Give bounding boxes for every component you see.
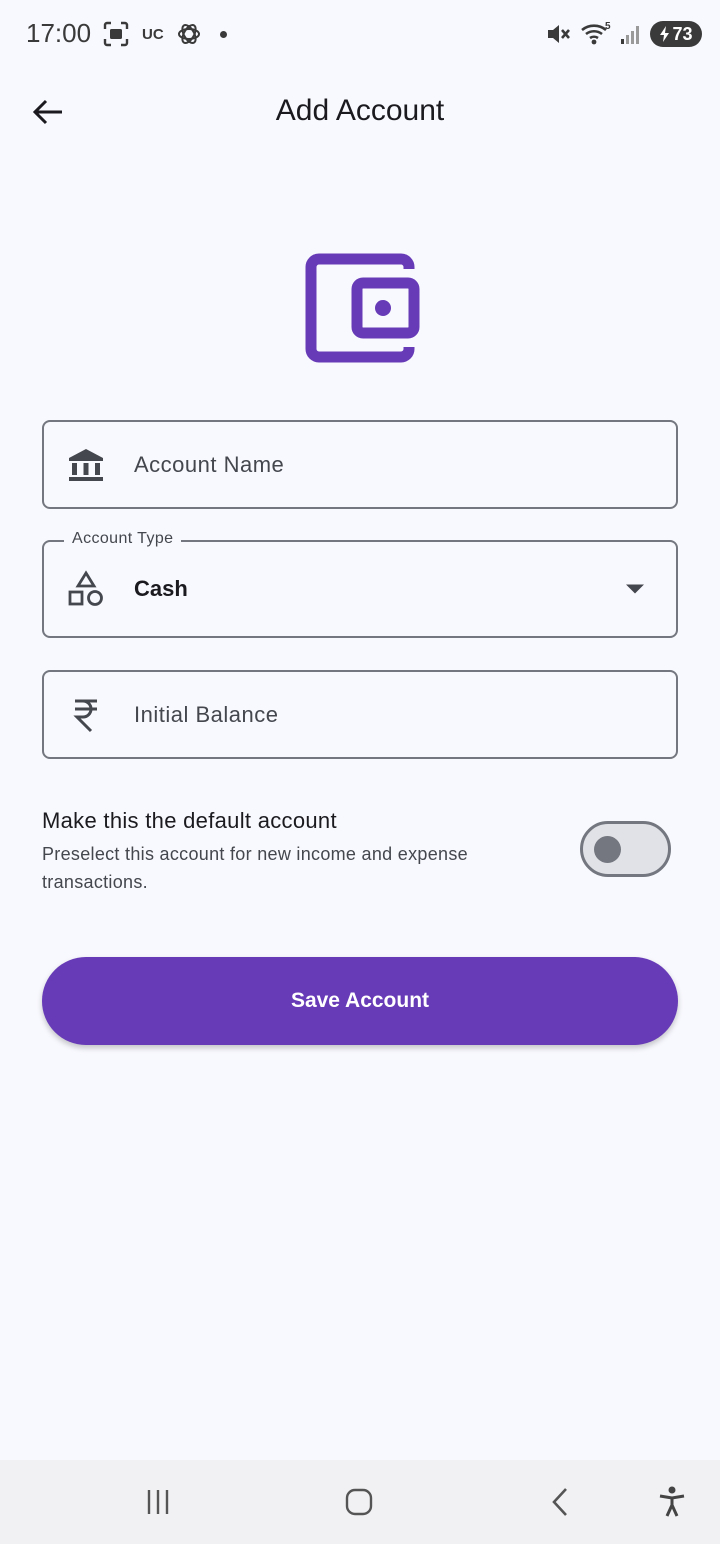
page-title: Add Account: [275, 94, 445, 127]
account-type-value: Cash: [134, 576, 188, 601]
charging-bolt-icon: [660, 26, 670, 42]
category-shapes-icon: [66, 569, 106, 609]
chevron-left-icon: [552, 1488, 567, 1516]
recent-apps-icon: [147, 1490, 169, 1514]
system-back-button[interactable]: [537, 1478, 585, 1526]
default-account-toggle[interactable]: [580, 821, 671, 877]
status-time: 17:00: [26, 18, 92, 48]
battery-level: 73: [672, 23, 693, 44]
accessibility-icon: [659, 1486, 685, 1517]
account-type-label: Account Type: [64, 530, 182, 548]
openai-icon: [177, 23, 200, 45]
account-name-input[interactable]: [134, 422, 656, 507]
dropdown-arrow-icon: [626, 584, 644, 594]
recent-apps-button[interactable]: [134, 1478, 182, 1526]
add-account-screen: 17:00 UC 5 73 Add Account Account Name A…: [0, 0, 720, 1544]
status-bar: 17:00 UC 5 73: [0, 0, 720, 68]
system-nav-bar: [0, 1460, 720, 1544]
bank-icon: [66, 445, 106, 485]
signal-icon: [621, 26, 639, 44]
account-type-dropdown[interactable]: Account Type Cash: [42, 530, 678, 638]
status-left-icons: UC: [102, 20, 227, 48]
notification-dot-icon: [219, 30, 227, 38]
mute-icon: [548, 25, 570, 43]
battery-icon: 73: [650, 21, 702, 47]
wifi-icon: 5: [581, 21, 611, 45]
network-label: 5: [605, 21, 611, 32]
save-account-button[interactable]: Save Account: [42, 957, 678, 1045]
initial-balance-input[interactable]: [134, 672, 656, 757]
wallet-icon: [305, 253, 420, 363]
rupee-icon: [66, 695, 106, 735]
initial-balance-field[interactable]: [42, 670, 678, 759]
app-bar: Add Account: [0, 72, 720, 152]
home-button[interactable]: [335, 1478, 383, 1526]
status-right-icons: 5 73: [544, 20, 702, 48]
screenshot-icon: [103, 21, 129, 47]
account-name-field[interactable]: [42, 420, 678, 509]
accessibility-button[interactable]: [648, 1478, 696, 1526]
home-icon: [345, 1488, 373, 1516]
default-account-title: Make this the default account: [42, 808, 337, 833]
default-account-description: Preselect this account for new income an…: [42, 844, 468, 892]
uc-browser-icon: UC: [142, 25, 164, 43]
toggle-knob: [594, 836, 621, 863]
